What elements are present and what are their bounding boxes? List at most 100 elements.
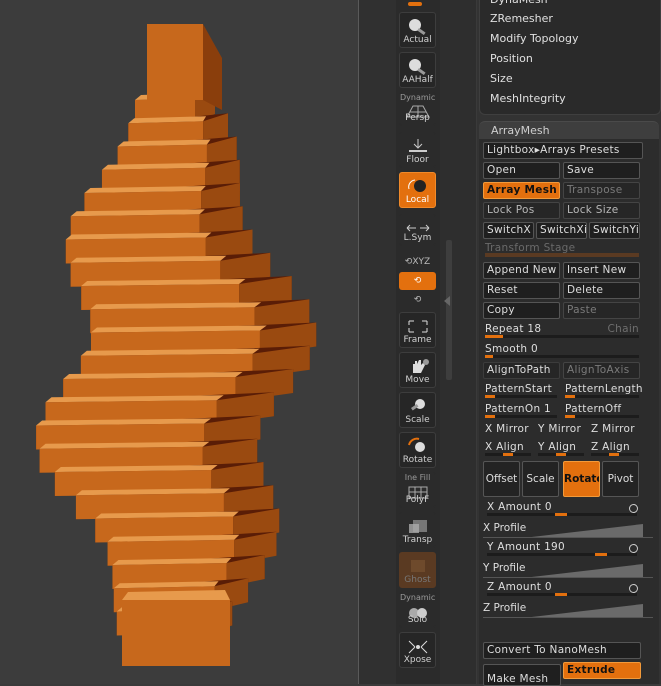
- transp-button[interactable]: Transp: [399, 512, 436, 548]
- move-button[interactable]: Move: [399, 352, 436, 388]
- switch-yi-button[interactable]: SwitchYi: [589, 222, 640, 239]
- x-align-slider[interactable]: X Align: [483, 440, 535, 457]
- pattern-length-slider[interactable]: PatternLength: [563, 382, 643, 399]
- persp-button[interactable]: Dynamic Persp: [399, 92, 436, 126]
- viewport-canvas[interactable]: [0, 0, 358, 684]
- transparency-icon: [408, 520, 427, 533]
- tray-scrollbar[interactable]: [440, 0, 476, 684]
- pattern-off-fill: [565, 415, 575, 418]
- x-mirror-toggle[interactable]: X Mirror: [483, 422, 535, 439]
- rotate-button[interactable]: Rotate: [399, 432, 436, 468]
- menu-size[interactable]: Size: [486, 69, 660, 89]
- z-align-fill: [609, 453, 619, 456]
- menu-modify-topology[interactable]: Modify Topology: [486, 29, 660, 49]
- insert-new-button[interactable]: Insert New: [563, 262, 640, 279]
- actual-button[interactable]: Actual: [399, 12, 436, 48]
- x-amount-reset-dot[interactable]: [629, 504, 638, 513]
- z-rotate-button[interactable]: ⟲: [399, 291, 436, 309]
- rotate-z-icon: ⟲: [413, 295, 422, 305]
- z-align-slider[interactable]: Z Align: [589, 440, 643, 457]
- transpose-button[interactable]: Transpose: [563, 182, 640, 199]
- convert-to-nanomesh-button[interactable]: Convert To NanoMesh: [483, 642, 641, 659]
- scale-button[interactable]: Scale: [399, 392, 436, 428]
- reset-button[interactable]: Reset: [483, 282, 560, 299]
- y-amount-reset-dot[interactable]: [629, 544, 638, 553]
- offset-stage-button[interactable]: Offset: [483, 461, 520, 497]
- z-mirror-toggle[interactable]: Z Mirror: [589, 422, 643, 439]
- x-amount-slider[interactable]: X Amount 0: [485, 500, 645, 517]
- save-button[interactable]: Save: [563, 162, 640, 179]
- z-profile-ramp: [523, 604, 643, 618]
- xpose-button[interactable]: Xpose: [399, 632, 436, 668]
- z-amount-reset-dot[interactable]: [629, 584, 638, 593]
- pattern-length-fill: [565, 395, 575, 398]
- y-profile-curve[interactable]: Y Profile: [483, 560, 653, 578]
- open-button[interactable]: Open: [483, 162, 560, 179]
- tray-collapse-arrow-icon[interactable]: [444, 296, 450, 306]
- pattern-off-slider[interactable]: PatternOff: [563, 402, 643, 419]
- local-button[interactable]: Local: [399, 172, 436, 208]
- pattern-on-fill: [485, 415, 495, 418]
- copy-button[interactable]: Copy: [483, 302, 560, 319]
- xpose-icon: [408, 640, 427, 654]
- switch-xi-button[interactable]: SwitchXi: [536, 222, 587, 239]
- z-amount-fill: [555, 593, 567, 596]
- transform-stage-slider[interactable]: Transform Stage: [483, 241, 643, 258]
- z-amount-slider[interactable]: Z Amount 0: [485, 580, 645, 597]
- switch-x-button[interactable]: SwitchX: [483, 222, 534, 239]
- ghost-icon: [410, 560, 425, 572]
- scrollbar-thumb[interactable]: [446, 240, 452, 380]
- polyf-button[interactable]: Ine Fill PolyF: [399, 472, 436, 508]
- shelf-gutter: [359, 0, 396, 684]
- floor-button[interactable]: Floor: [399, 132, 436, 168]
- delete-button[interactable]: Delete: [563, 282, 640, 299]
- align-to-path-button[interactable]: AlignToPath: [483, 362, 560, 379]
- menu-position[interactable]: Position: [486, 49, 660, 69]
- ghost-button[interactable]: Ghost: [399, 552, 436, 588]
- y-align-fill: [556, 453, 566, 456]
- rotate-stage-button[interactable]: Rotate: [563, 461, 600, 497]
- arraymesh-header[interactable]: ArrayMesh: [479, 121, 659, 139]
- rotate-y-icon: ⟲: [413, 276, 422, 286]
- aahalf-button[interactable]: AAHalf: [399, 52, 436, 88]
- y-mirror-toggle[interactable]: Y Mirror: [536, 422, 588, 439]
- z-profile-curve[interactable]: Z Profile: [483, 600, 653, 618]
- repeat-slider[interactable]: Repeat 18 Chain: [483, 322, 643, 339]
- paste-button[interactable]: Paste: [563, 302, 640, 319]
- array-mesh-model: [36, 24, 317, 666]
- menu-meshintegrity[interactable]: MeshIntegrity: [486, 89, 660, 109]
- x-profile-ramp: [523, 524, 643, 538]
- make-mesh-button[interactable]: Make Mesh: [483, 664, 561, 686]
- magnifier-icon: [408, 19, 426, 35]
- y-align-slider[interactable]: Y Align: [536, 440, 588, 457]
- align-to-axis-button[interactable]: AlignToAxis: [563, 362, 640, 379]
- lightbox-arrays-presets-button[interactable]: Lightbox▸Arrays Presets: [483, 142, 643, 159]
- scale-magnifier-icon: [410, 399, 425, 411]
- y-amount-slider[interactable]: Y Amount 190: [485, 540, 645, 557]
- pattern-on-slider[interactable]: PatternOn 1: [483, 402, 561, 419]
- xyz-rotate-button[interactable]: ⟲XYZ: [399, 253, 436, 271]
- right-shelf: Actual AAHalf Dynamic Persp Floor Local …: [396, 0, 440, 684]
- menu-zremesher[interactable]: ZRemesher: [486, 9, 660, 29]
- shelf-slider[interactable]: [408, 2, 422, 6]
- lock-pos-button[interactable]: Lock Pos: [483, 202, 560, 219]
- chain-toggle[interactable]: Chain: [608, 322, 640, 336]
- pivot-stage-button[interactable]: Pivot: [602, 461, 639, 497]
- lsym-button[interactable]: L.Sym: [399, 214, 436, 246]
- pattern-start-slider[interactable]: PatternStart: [483, 382, 561, 399]
- frame-button[interactable]: Frame: [399, 312, 436, 348]
- extrude-toggle[interactable]: Extrude: [563, 662, 641, 679]
- smooth-slider[interactable]: Smooth 0: [483, 342, 643, 359]
- lock-size-button[interactable]: Lock Size: [563, 202, 640, 219]
- smooth-slider-fill: [485, 355, 493, 358]
- append-new-button[interactable]: Append New: [483, 262, 560, 279]
- frame-icon: [408, 320, 427, 333]
- tool-palette: DynaMesh ZRemesher Modify Topology Posit…: [477, 0, 661, 686]
- y-rotate-button[interactable]: ⟲: [399, 272, 436, 290]
- array-mesh-toggle[interactable]: Array Mesh: [483, 182, 560, 199]
- x-profile-curve[interactable]: X Profile: [483, 520, 653, 538]
- scale-stage-button[interactable]: Scale: [522, 461, 559, 497]
- solo-button[interactable]: Dynamic Solo: [399, 592, 436, 628]
- y-amount-fill: [595, 553, 607, 556]
- pattern-start-fill: [485, 395, 495, 398]
